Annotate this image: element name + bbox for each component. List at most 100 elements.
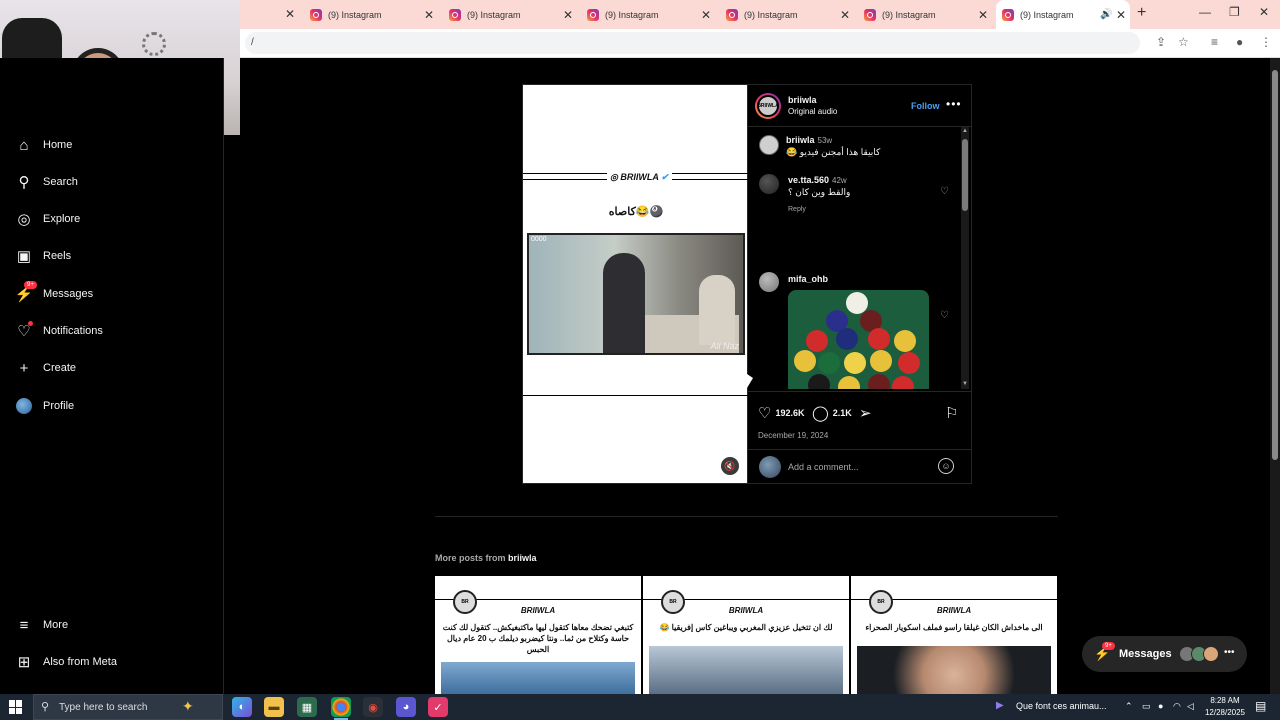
browser-tab-active[interactable]: (9) Instagram 🔊 ✕ [996,0,1130,29]
browser-tab[interactable]: (9) Instagram ✕ [726,0,856,29]
emoji-icon[interactable]: ☺ [938,458,954,474]
address-bar[interactable]: / [245,32,1140,54]
sidebar-item-notifications[interactable]: ♡ Notifications [15,321,103,340]
browser-tab[interactable]: (9) Instagram ✕ [864,0,994,29]
more-post-thumbnail[interactable]: BR BRIIWLA الى ماخداش الكان غيلقا راسو ف… [851,576,1057,694]
scroll-down-icon[interactable]: ▼ [962,381,968,387]
comment-username[interactable]: briiwla [786,135,815,145]
minimize-icon[interactable]: — [1199,5,1211,19]
file-explorer-icon[interactable]: ▬ [264,697,284,717]
maximize-icon[interactable]: ❐ [1229,5,1240,19]
commenter-avatar[interactable] [759,135,779,155]
browser-tab[interactable]: (9) Instagram ✕ [310,0,440,29]
like-button[interactable]: ♡ 192.6K [758,404,804,422]
tab-title: (9) Instagram [1020,9,1074,20]
more-posts-user[interactable]: briiwla [508,553,537,563]
app-icon[interactable]: ✓ [428,697,448,717]
comments-scrollbar-thumb[interactable] [962,139,968,211]
sidebar-item-also-from-meta[interactable]: ⊞ Also from Meta [15,653,117,671]
close-tab-icon[interactable]: ✕ [285,7,295,21]
store-icon[interactable]: ▦ [297,697,317,717]
page-scrollbar[interactable] [1270,58,1280,694]
author-username[interactable]: briiwla [788,95,817,105]
sidebar-item-home[interactable]: ⌂ Home [15,136,72,154]
sidebar-item-label: Explore [43,213,81,225]
audio-label[interactable]: Original audio [788,107,837,116]
reels-icon: ▣ [16,248,32,265]
chevron-up-icon[interactable]: ⌃ [1125,701,1133,712]
video-app-icon[interactable]: ▶ [996,700,1004,711]
sidebar-item-search[interactable]: ⚲ Search [15,173,78,191]
video-frame[interactable]: 0000 Ali Naz [527,233,745,355]
taskbar-search-placeholder: Type here to search [59,702,148,713]
windows-taskbar: ⚲ Type here to search ✦ ◐ ▬ ▦ ◉ ◕ ✓ ▶ Qu… [0,694,1280,720]
messenger-icon: ⚡ 9+ [15,281,37,303]
bookmark-star-icon[interactable]: ☆ [1178,35,1189,49]
comment-button[interactable]: ◯ 2.1K [812,404,852,422]
close-tab-icon[interactable]: ✕ [978,8,988,22]
notification-center-icon[interactable]: ▤ [1255,699,1266,713]
media-control-icon[interactable]: ≡ [1211,35,1218,49]
sidebar-item-profile[interactable]: Profile [15,397,74,415]
sidebar-item-explore[interactable]: ◎ Explore [15,210,80,228]
profile-icon[interactable]: ● [1236,35,1243,49]
share-button[interactable]: ➢ [859,404,876,422]
sidebar-item-more[interactable]: ≡ More [15,616,68,634]
sidebar-item-reels[interactable]: ▣ Reels [15,247,71,265]
menu-kebab-icon[interactable]: ⋮ [1260,35,1272,49]
follow-button[interactable]: Follow [911,101,940,111]
sidebar-item-create[interactable]: + Create [15,359,76,377]
more-post-thumbnail[interactable]: BR BRIIWLA لك ان تتخيل عزيزي المغربي ويب… [643,576,849,694]
messages-pill[interactable]: ⚡ 9+ Messages ••• [1082,636,1247,672]
more-post-thumbnail[interactable]: BR BRIIWLA كتبغي تضحك معاها كتقول ليها م… [435,576,641,694]
more-options-icon[interactable]: ••• [1224,647,1235,658]
discord-icon[interactable]: ◕ [396,697,416,717]
like-comment-icon[interactable]: ♡ [940,310,949,321]
clock-date: 12/28/2025 [1204,708,1246,717]
thumbnail-brand: BRIIWLA [936,606,972,615]
more-options-icon[interactable]: ••• [946,97,962,111]
avatar [1203,646,1219,662]
tab-title: (9) Instagram [605,9,659,20]
taskbar-clock[interactable]: 8:28 AM 12/28/2025 [1200,695,1250,719]
close-tab-icon[interactable]: ✕ [701,8,711,22]
commenter-avatar[interactable] [759,174,779,194]
close-window-icon[interactable]: ✕ [1259,5,1269,19]
taskbar-notification-text[interactable]: Que font ces animau... [1016,701,1107,711]
obs-icon[interactable]: ◉ [363,697,383,717]
install-app-icon[interactable]: ⇪ [1156,35,1166,49]
close-tab-icon[interactable]: ✕ [1116,8,1126,22]
heart-icon: ♡ [758,405,772,422]
reply-button[interactable]: Reply [788,206,806,213]
sidebar-item-messages[interactable]: ⚡ 9+ Messages [15,281,93,303]
network-icon[interactable]: ▭ [1142,701,1151,712]
author-avatar[interactable]: BRIIWLA [755,93,781,119]
comment-image[interactable] [788,290,929,389]
search-icon: ⚲ [18,174,30,191]
comment-username[interactable]: ve.tta.560 [788,175,829,185]
scroll-up-icon[interactable]: ▲ [962,128,968,134]
browser-tab[interactable]: (9) Instagram ✕ [587,0,717,29]
comment-username[interactable]: mifa_ohb [788,274,828,284]
add-comment-input[interactable]: Add a comment... [788,462,859,472]
chrome-icon[interactable] [331,697,351,720]
like-comment-icon[interactable]: ♡ [940,186,949,197]
microphone-icon[interactable]: ● [1158,701,1163,711]
comment-text: والقط وين كان ؟ [788,187,851,197]
close-tab-icon[interactable]: ✕ [563,8,573,22]
wifi-icon[interactable]: ◠ [1173,701,1181,712]
speaker-icon[interactable]: 🔊 [1100,9,1112,20]
close-tab-icon[interactable]: ✕ [424,8,434,22]
browser-tab[interactable]: (9) Instagram ✕ [449,0,579,29]
new-tab-icon[interactable]: + [1137,4,1146,22]
windows-start-icon[interactable] [9,700,23,714]
commenter-avatar[interactable] [759,272,779,292]
post-media[interactable]: ◎ BRIIWLA ✔ كاصاه😂🎱 0000 Ali Naz 🔇 [522,84,749,484]
close-tab-icon[interactable]: ✕ [840,8,850,22]
mute-button[interactable]: 🔇 [721,457,739,475]
copilot-icon[interactable]: ◐ [232,697,252,717]
volume-icon[interactable]: ◁ [1187,701,1194,712]
page-scrollbar-thumb[interactable] [1272,70,1278,460]
taskbar-search[interactable]: ⚲ Type here to search ✦ [33,694,223,720]
save-button[interactable]: ⚐ [945,404,962,422]
